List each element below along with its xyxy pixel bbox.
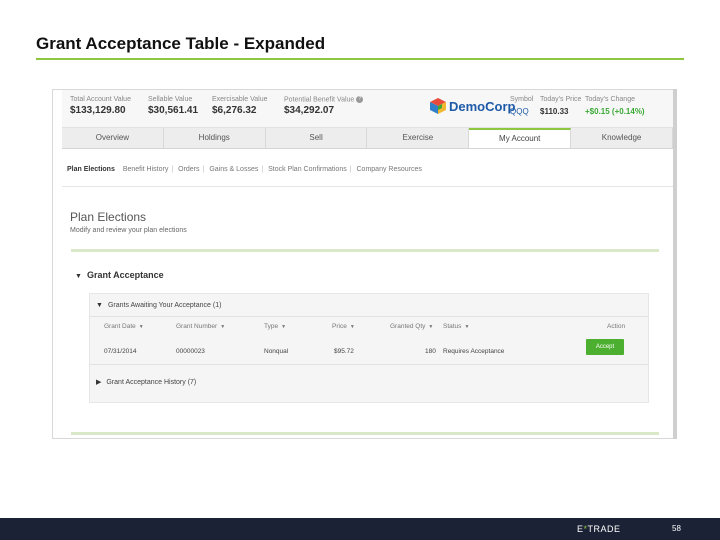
chevron-down-icon: ▼ bbox=[96, 302, 103, 309]
tab-overview[interactable]: Overview bbox=[62, 128, 164, 148]
tab-holdings[interactable]: Holdings bbox=[164, 128, 266, 148]
logo-right: TRADE bbox=[587, 524, 621, 534]
column-header-grant-number[interactable]: Grant Number ▼ bbox=[176, 323, 225, 330]
metric-potential-benefit-value: Potential Benefit Value ? $34,292.07 bbox=[284, 96, 364, 117]
main-tabs: Overview Holdings Sell Exercise My Accou… bbox=[62, 128, 673, 149]
chevron-right-icon: ▶ bbox=[96, 379, 102, 386]
subnav-company-resources[interactable]: Company Resources bbox=[357, 166, 422, 173]
subnav-plan-elections[interactable]: Plan Elections bbox=[67, 166, 115, 173]
quote-symbol-value[interactable]: QQQ bbox=[510, 107, 533, 116]
tab-sell[interactable]: Sell bbox=[266, 128, 368, 148]
caret-down-icon: ▼ bbox=[138, 324, 144, 330]
subnav-separator bbox=[118, 166, 120, 173]
subnav-gains-losses[interactable]: Gains & Losses bbox=[209, 166, 258, 173]
grant-acceptance-toggle[interactable]: ▼ Grant Acceptance bbox=[75, 270, 164, 280]
caret-down-icon: ▼ bbox=[349, 324, 355, 330]
column-header-status[interactable]: Status ▼ bbox=[443, 323, 469, 330]
grant-history-toggle[interactable]: ▶ Grant Acceptance History (7) bbox=[96, 378, 196, 386]
brand-name: DemoCorp bbox=[449, 99, 516, 114]
quote-change-value: +$0.15 (+0.14%) bbox=[585, 107, 645, 116]
column-label: Grant Number bbox=[176, 323, 218, 330]
caret-down-icon: ▼ bbox=[428, 324, 434, 330]
tab-exercise[interactable]: Exercise bbox=[367, 128, 470, 148]
quote-label: Today's Change bbox=[585, 96, 635, 103]
page-heading: Plan Elections bbox=[70, 210, 147, 224]
cube-icon bbox=[430, 98, 446, 114]
cell-type: Nonqual bbox=[264, 348, 289, 355]
page-number: 58 bbox=[672, 524, 681, 533]
grants-awaiting-title: Grants Awaiting Your Acceptance (1) bbox=[107, 302, 222, 309]
metric-label: Potential Benefit Value bbox=[284, 96, 355, 104]
company-logo: DemoCorp bbox=[429, 94, 515, 120]
metric-label-wrap: Potential Benefit Value ? bbox=[284, 96, 364, 104]
column-header-grant-date[interactable]: Grant Date ▼ bbox=[104, 323, 144, 330]
tab-my-account[interactable]: My Account bbox=[469, 128, 572, 148]
section-divider-bottom bbox=[71, 432, 659, 435]
cell-status: Requires Acceptance bbox=[443, 348, 505, 355]
cell-granted-qty: 180 bbox=[425, 348, 436, 355]
grants-awaiting-toggle[interactable]: ▼ Grants Awaiting Your Acceptance (1) bbox=[96, 302, 221, 309]
caret-down-icon: ▼ bbox=[220, 324, 226, 330]
grant-history-title: Grant Acceptance History (7) bbox=[106, 379, 197, 386]
tab-knowledge[interactable]: Knowledge bbox=[571, 128, 673, 148]
subnav-separator: | bbox=[349, 166, 352, 173]
subnav-divider bbox=[62, 186, 673, 187]
subnav-benefit-history[interactable]: Benefit History bbox=[123, 166, 169, 173]
accept-button[interactable]: Accept bbox=[586, 339, 624, 355]
metric-exercisable-value: Exercisable Value $6,276.32 bbox=[212, 96, 268, 116]
page-subheading: Modify and review your plan elections bbox=[70, 227, 187, 234]
sub-navigation: Plan Elections Benefit History | Orders | … bbox=[67, 166, 422, 173]
subnav-separator: | bbox=[261, 166, 264, 173]
metric-label: Exercisable Value bbox=[212, 96, 268, 103]
subnav-separator: | bbox=[171, 166, 174, 173]
panel-divider bbox=[90, 364, 648, 365]
caret-down-icon: ▼ bbox=[281, 324, 287, 330]
subnav-orders[interactable]: Orders bbox=[178, 166, 199, 173]
subnav-separator: | bbox=[202, 166, 205, 173]
grants-panel: ▼ Grants Awaiting Your Acceptance (1) Gra… bbox=[89, 293, 649, 403]
column-label: Status bbox=[443, 323, 462, 330]
screenshot-right-edge bbox=[673, 89, 677, 439]
chevron-down-icon: ▼ bbox=[75, 273, 82, 280]
cell-grant-date: 07/31/2014 bbox=[104, 348, 137, 355]
panel-divider bbox=[90, 316, 648, 317]
column-header-type[interactable]: Type ▼ bbox=[264, 323, 286, 330]
slide-footer: E*TRADE 58 bbox=[0, 518, 720, 540]
caret-down-icon: ▼ bbox=[464, 324, 470, 330]
cell-price: $95.72 bbox=[334, 348, 354, 355]
section-divider-top bbox=[71, 249, 659, 252]
column-label: Type bbox=[264, 323, 279, 330]
quote-price: Today's Price $110.33 bbox=[540, 96, 581, 116]
metric-value: $34,292.07 bbox=[284, 105, 335, 117]
title-divider bbox=[36, 58, 684, 60]
column-label: Price bbox=[332, 323, 347, 330]
quote-label: Symbol bbox=[510, 96, 534, 103]
metric-value: $30,561.41 bbox=[148, 105, 199, 116]
column-header-action: Action bbox=[607, 323, 626, 330]
metric-total-account-value: Total Account Value $133,129.80 bbox=[70, 96, 131, 116]
account-summary-bar: Total Account Value $133,129.80 Sellable… bbox=[62, 90, 673, 128]
help-icon[interactable]: ? bbox=[356, 96, 364, 103]
app-screenshot: Total Account Value $133,129.80 Sellable… bbox=[52, 89, 676, 439]
slide-title: Grant Acceptance Table - Expanded bbox=[36, 34, 326, 53]
metric-label: Total Account Value bbox=[70, 96, 131, 103]
metric-sellable-value: Sellable Value $30,561.41 bbox=[148, 96, 198, 116]
quote-change: Today's Change +$0.15 (+0.14%) bbox=[585, 96, 645, 116]
column-label: Granted Qty bbox=[390, 323, 426, 330]
column-label: Grant Date bbox=[104, 323, 136, 330]
etrade-logo: E*TRADE bbox=[577, 524, 621, 534]
column-header-price[interactable]: Price ▼ bbox=[332, 323, 355, 330]
quote-label: Today's Price bbox=[540, 96, 582, 103]
metric-value: $6,276.32 bbox=[212, 105, 257, 116]
column-header-granted-qty[interactable]: Granted Qty ▼ bbox=[390, 323, 433, 330]
metric-label: Sellable Value bbox=[148, 96, 193, 103]
section-title: Grant Acceptance bbox=[86, 270, 164, 280]
quote-price-value: $110.33 bbox=[540, 107, 569, 116]
quote-symbol: Symbol QQQ bbox=[510, 96, 533, 116]
subnav-stock-plan-confirmations[interactable]: Stock Plan Confirmations bbox=[268, 166, 347, 173]
cell-grant-number: 00000023 bbox=[176, 348, 205, 355]
metric-value: $133,129.80 bbox=[70, 105, 126, 116]
